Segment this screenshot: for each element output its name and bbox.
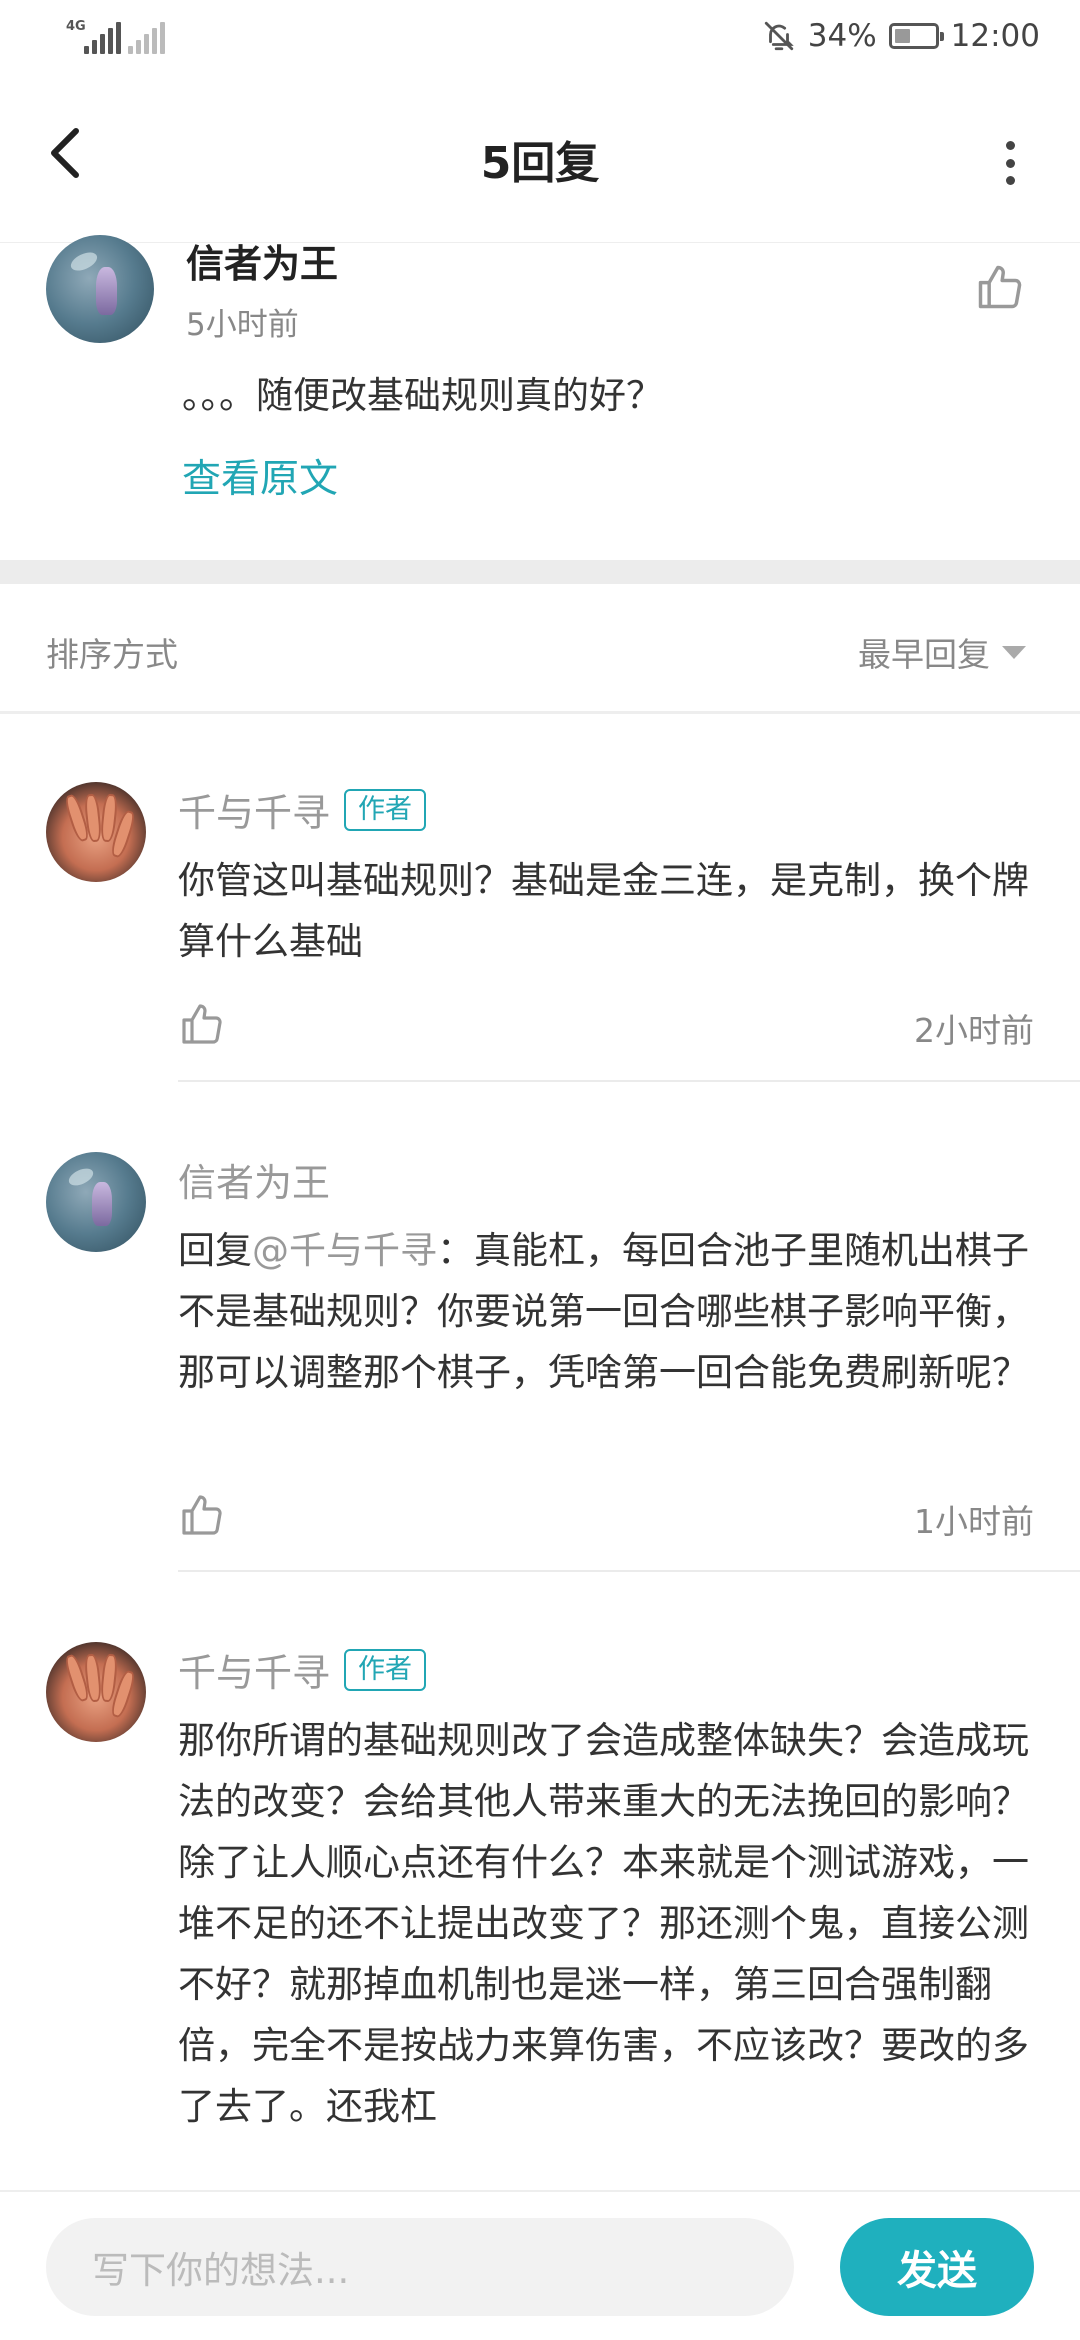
triangle-down-icon xyxy=(1002,645,1026,659)
thumbs-up-icon[interactable] xyxy=(974,261,1026,313)
reply-text: 那你所谓的基础规则改了会造成整体缺失？会造成玩法的改变？会给其他人带来重大的无法… xyxy=(178,1719,1029,2128)
reply-author-name: 千与千寻 xyxy=(178,791,331,835)
divider xyxy=(178,1570,1080,1572)
status-bar: 4G 34% 12:00 xyxy=(0,0,1080,75)
view-original-link[interactable]: 查看原文 xyxy=(182,448,338,504)
send-button[interactable]: 发送 xyxy=(840,2218,1034,2316)
sort-dropdown[interactable]: 最早回复 xyxy=(858,628,1026,676)
more-vertical-icon[interactable] xyxy=(1000,141,1020,185)
divider xyxy=(178,1080,1080,1082)
reply-text: 回复@千与千寻：真能杠，每回合池子里随机出棋子不是基础规则？你要说第一回合哪些棋… xyxy=(178,1220,1038,1403)
avatar[interactable] xyxy=(46,235,154,343)
sort-label: 排序方式 xyxy=(46,635,178,674)
reply-author-name: 信者为王 xyxy=(178,1161,331,1205)
author-badge: 作者 xyxy=(344,788,427,831)
reply-item: 信者为王 回复@千与千寻：真能杠，每回合池子里随机出棋子不是基础规则？你要说第一… xyxy=(0,1152,1080,1572)
comment-input[interactable]: 写下你的想法... xyxy=(46,2218,794,2316)
signal-icon xyxy=(84,18,121,54)
page-title: 5回复 xyxy=(480,138,600,189)
reply-prefix: 回复 xyxy=(178,1229,252,1272)
network-type-label: 4G xyxy=(66,19,86,34)
no-signal-icon xyxy=(128,18,165,54)
reply-author[interactable]: 千与千寻 作者 xyxy=(178,782,427,837)
original-comment: 信者为王 5小时前 。。。随便改基础规则真的好？ 查看原文 xyxy=(0,235,1080,560)
author-badge: 作者 xyxy=(344,1648,427,1691)
comment-input-bar: 写下你的想法... 发送 xyxy=(0,2190,1080,2340)
battery-charging-icon xyxy=(888,23,944,49)
thumbs-up-icon[interactable] xyxy=(178,1491,226,1539)
reply-author-name: 千与千寻 xyxy=(178,1651,331,1695)
avatar[interactable] xyxy=(46,782,146,882)
status-right: 34% 12:00 xyxy=(762,14,1040,58)
reply-item: 千与千寻 作者 那你所谓的基础规则改了会造成整体缺失？会造成玩法的改变？会给其他… xyxy=(0,1642,1080,2190)
reply-author[interactable]: 信者为王 xyxy=(178,1152,330,1207)
battery-percent: 34% xyxy=(807,18,877,54)
avatar[interactable] xyxy=(46,1152,146,1252)
original-time: 5小时前 xyxy=(186,307,299,343)
reply-author[interactable]: 千与千寻 作者 xyxy=(178,1642,427,1697)
avatar[interactable] xyxy=(46,1642,146,1742)
mention-link[interactable]: @千与千寻 xyxy=(252,1229,437,1272)
sort-value: 最早回复 xyxy=(858,635,990,674)
reply-time: 2小时前 xyxy=(914,1011,1034,1050)
reply-item: 千与千寻 作者 你管这叫基础规则？基础是金三连，是克制，换个牌算什么基础 2小时… xyxy=(0,782,1080,1082)
silent-bell-icon xyxy=(764,21,794,51)
thumbs-up-icon[interactable] xyxy=(178,1000,226,1048)
section-divider xyxy=(0,560,1080,584)
nav-bar: 5回复 xyxy=(0,75,1080,243)
original-author[interactable]: 信者为王 xyxy=(186,233,338,288)
reply-text: 你管这叫基础规则？基础是金三连，是克制，换个牌算什么基础 xyxy=(178,859,1029,963)
reply-time: 1小时前 xyxy=(914,1502,1034,1541)
clock: 12:00 xyxy=(950,18,1040,54)
sort-row: 排序方式 最早回复 xyxy=(0,584,1080,714)
original-text: 。。。随便改基础规则真的好？ xyxy=(182,374,663,417)
